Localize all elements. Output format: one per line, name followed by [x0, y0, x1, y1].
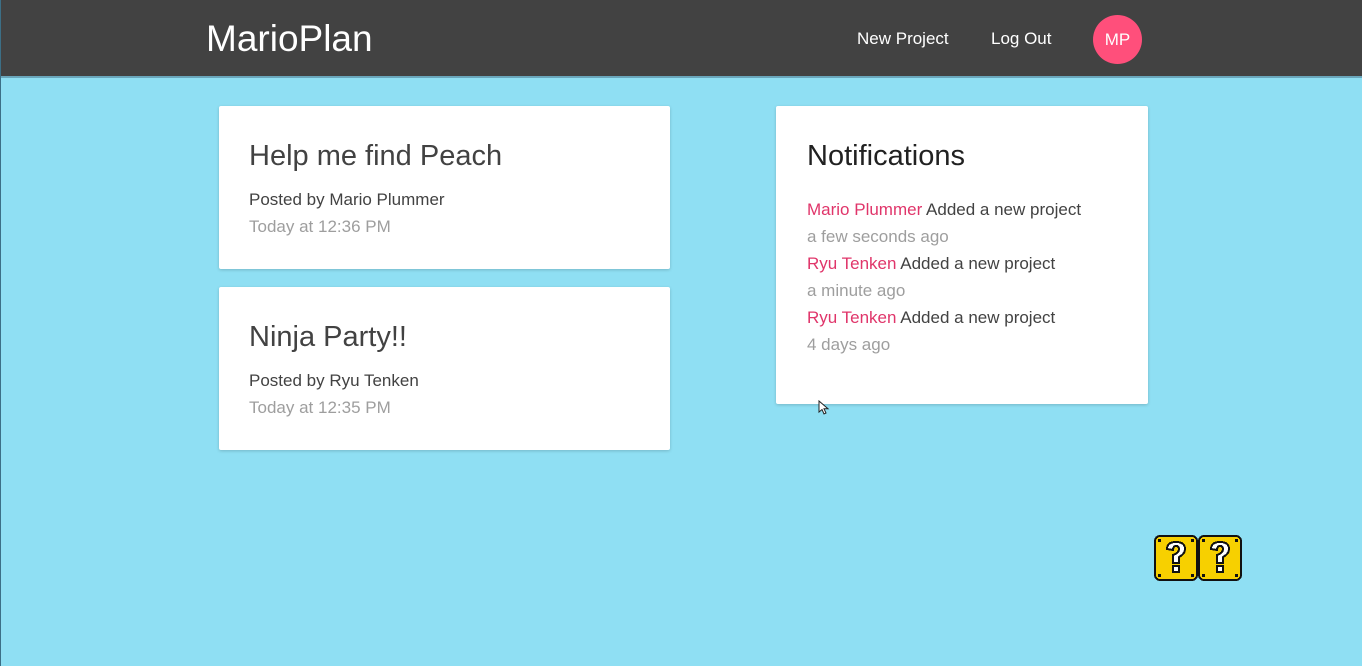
notification-item: Ryu Tenken Added a new project 4 days ag…	[807, 304, 1081, 358]
mouse-pointer-icon	[818, 400, 830, 415]
log-out-link[interactable]: Log Out	[991, 28, 1052, 50]
project-author: Posted by Ryu Tenken	[249, 371, 419, 390]
project-title: Ninja Party!!	[249, 321, 407, 353]
notification-action: Added a new project	[900, 308, 1056, 327]
project-title: Help me find Peach	[249, 140, 503, 172]
notification-action: Added a new project	[900, 254, 1056, 273]
notification-time: 4 days ago	[807, 335, 891, 354]
question-block-icon	[1154, 535, 1242, 581]
project-time: Today at 12:36 PM	[249, 217, 391, 236]
notification-time: a few seconds ago	[807, 227, 949, 246]
notifications-panel: Notifications Mario Plummer Added a new …	[776, 106, 1148, 404]
notification-item: Ryu Tenken Added a new project a minute …	[807, 250, 1081, 304]
user-avatar[interactable]: MP	[1093, 15, 1142, 64]
notification-text: Ryu Tenken Added a new project	[807, 304, 1081, 331]
notification-user[interactable]: Ryu Tenken	[807, 254, 896, 273]
navbar: MarioPlan New Project Log Out MP	[1, 0, 1362, 78]
project-time: Today at 12:35 PM	[249, 398, 391, 417]
notification-text: Mario Plummer Added a new project	[807, 196, 1081, 223]
notification-item: Mario Plummer Added a new project a few …	[807, 196, 1081, 250]
notification-action: Added a new project	[926, 200, 1082, 219]
notification-time: a minute ago	[807, 281, 906, 300]
notification-user[interactable]: Ryu Tenken	[807, 308, 896, 327]
notifications-title: Notifications	[807, 140, 965, 172]
project-author: Posted by Mario Plummer	[249, 190, 445, 209]
notification-text: Ryu Tenken Added a new project	[807, 250, 1081, 277]
page: MarioPlan New Project Log Out MP Help me…	[0, 0, 1362, 666]
notifications-list: Mario Plummer Added a new project a few …	[807, 196, 1081, 358]
project-card[interactable]: Ninja Party!! Posted by Ryu Tenken Today…	[219, 287, 670, 450]
project-card[interactable]: Help me find Peach Posted by Mario Plumm…	[219, 106, 670, 269]
brand-logo[interactable]: MarioPlan	[206, 17, 373, 61]
new-project-link[interactable]: New Project	[857, 28, 949, 50]
notification-user[interactable]: Mario Plummer	[807, 200, 922, 219]
